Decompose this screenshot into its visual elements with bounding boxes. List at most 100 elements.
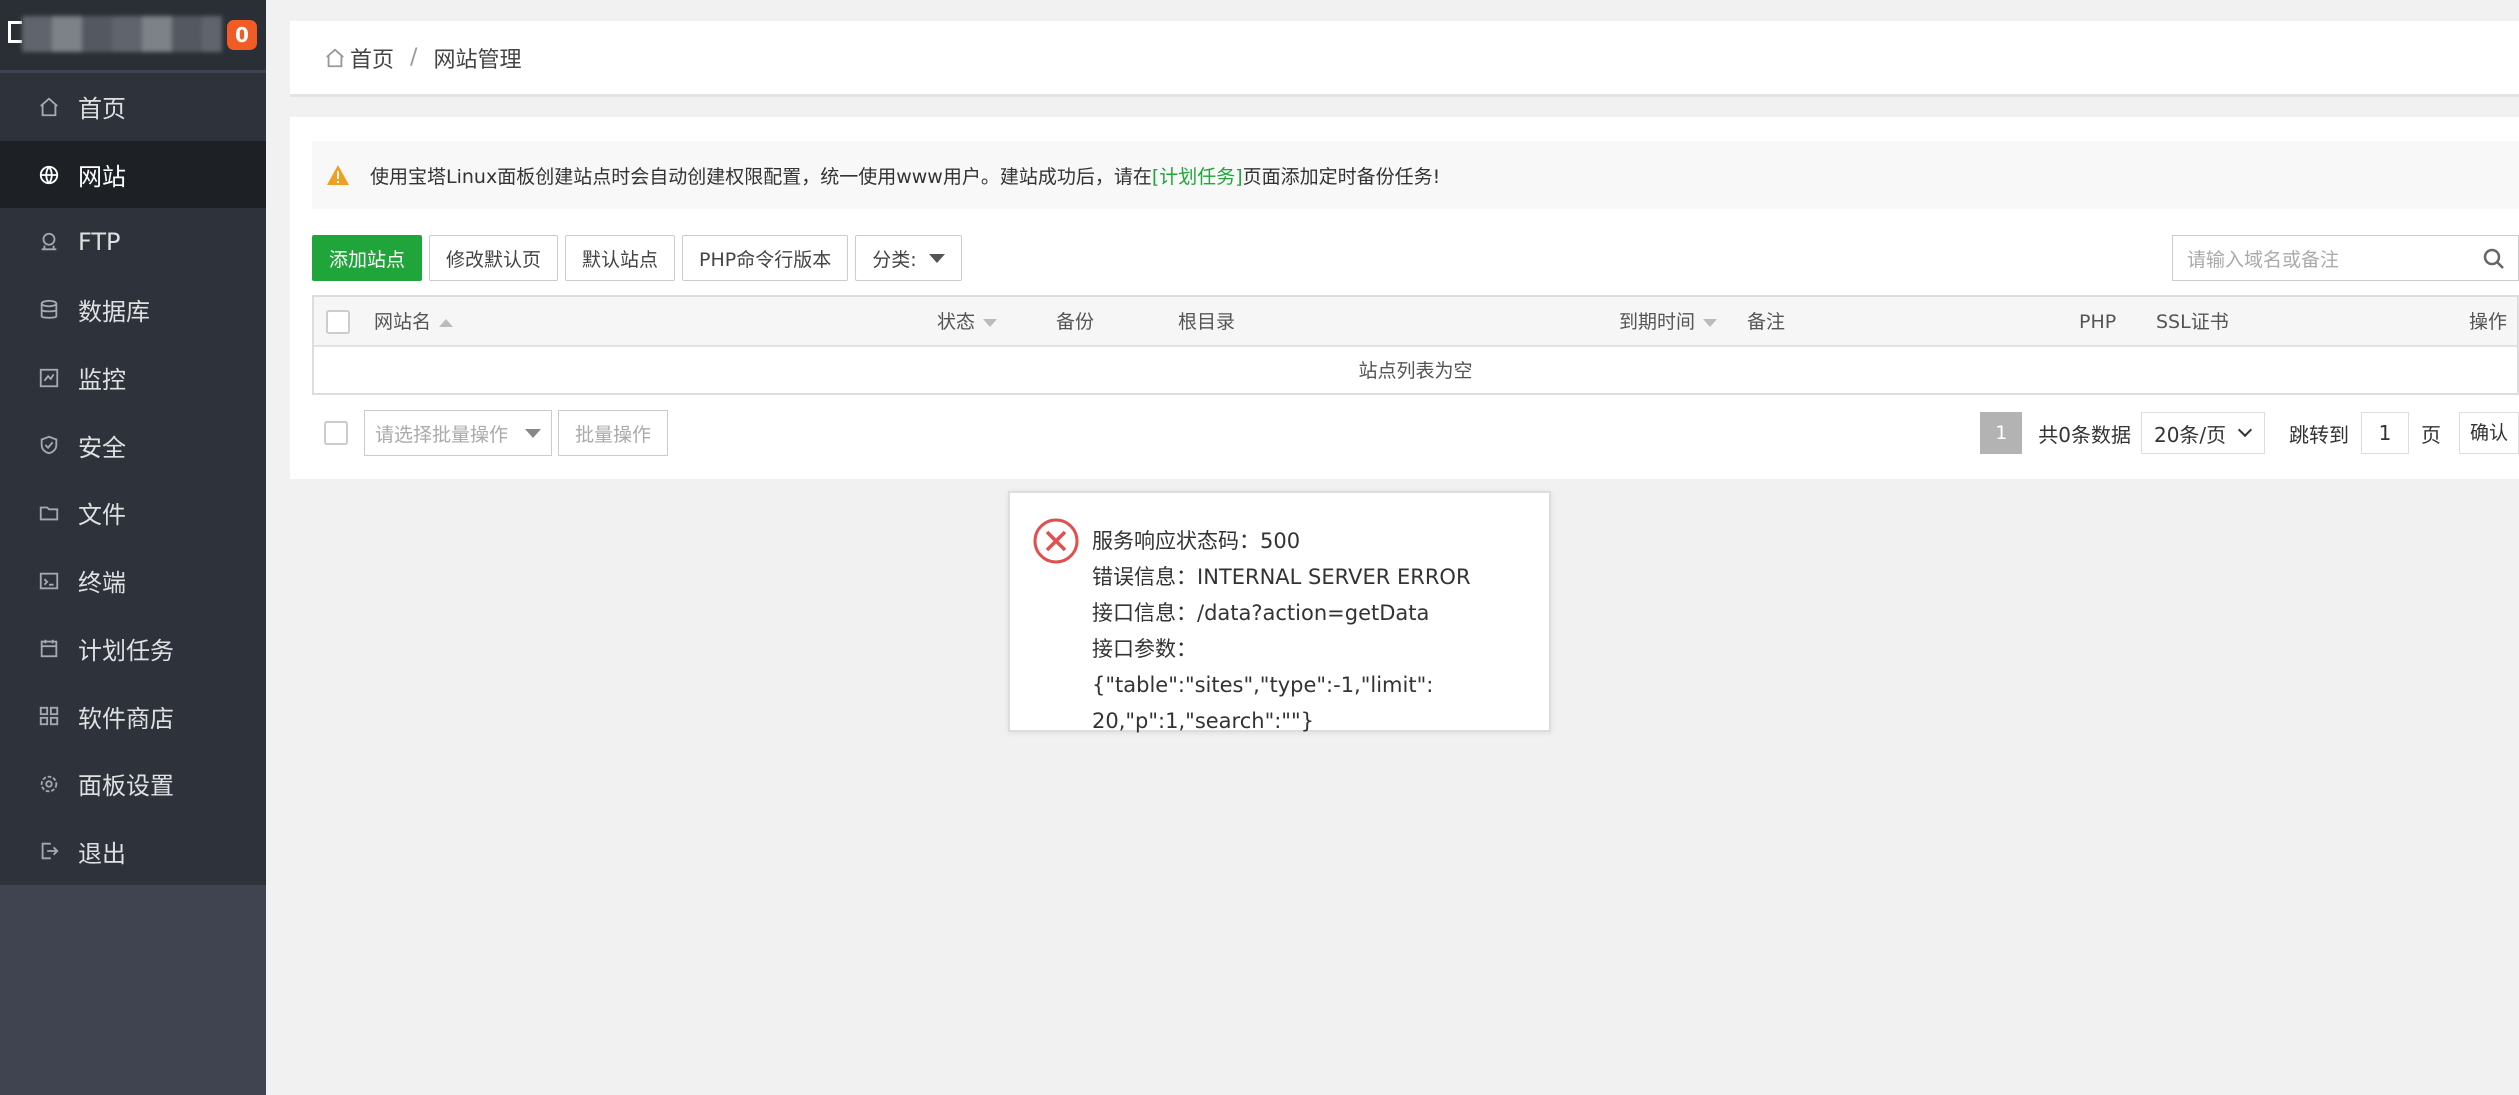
gear-icon bbox=[36, 771, 62, 797]
total-count: 共0条数据 bbox=[2038, 422, 2131, 447]
terminal-icon bbox=[36, 568, 62, 594]
database-icon bbox=[36, 297, 62, 323]
jump-confirm-button[interactable]: 确认 bbox=[2458, 412, 2519, 454]
brand-icon bbox=[8, 21, 22, 43]
page-size-value: 20条/页 bbox=[2153, 422, 2227, 447]
sidebar-item-label: 监控 bbox=[78, 366, 126, 395]
blurred-server-name bbox=[22, 16, 222, 52]
site-management-panel: 使用宝塔Linux面板创建站点时会自动创建权限配置，统一使用www用户。建站成功… bbox=[290, 117, 2519, 479]
folder-icon bbox=[36, 500, 62, 526]
cron-task-link[interactable]: [计划任务] bbox=[1152, 162, 1243, 189]
breadcrumb-home[interactable]: 首页 bbox=[350, 42, 394, 74]
home-icon bbox=[36, 94, 62, 120]
php-cli-version-button[interactable]: PHP命令行版本 bbox=[682, 235, 849, 281]
notice-text-after: 页面添加定时备份任务! bbox=[1242, 165, 1441, 188]
jump-page-input[interactable]: 1 bbox=[2360, 412, 2409, 454]
sidebar-item-label: 计划任务 bbox=[78, 636, 174, 665]
globe-icon bbox=[36, 162, 62, 188]
calendar-icon bbox=[36, 635, 62, 661]
page-size-select[interactable]: 20条/页 bbox=[2140, 412, 2265, 454]
current-page[interactable]: 1 bbox=[1980, 412, 2023, 454]
page-unit-label: 页 bbox=[2420, 422, 2441, 447]
error-params-line: 接口参数：{"table":"sites","type":-1,"limit": bbox=[1092, 637, 1434, 697]
sidebar-item-terminal[interactable]: 终端 bbox=[0, 547, 266, 615]
header-php: PHP bbox=[2079, 311, 2117, 333]
grid-icon bbox=[36, 703, 62, 729]
table-footer: 请选择批量操作 批量操作 1 共0条数据 20条/页 跳转到 1 页 确认 bbox=[312, 410, 2519, 456]
sidebar-item-cron[interactable]: 计划任务 bbox=[0, 615, 266, 683]
sidebar-item-label: 面板设置 bbox=[78, 772, 174, 801]
breadcrumb-separator: / bbox=[410, 45, 418, 70]
sidebar-item-label: 安全 bbox=[78, 433, 126, 462]
sidebar: 0 首页 网站 FTP 数据库 监控 安全 文件 终端 计划任务 软件商店 面板… bbox=[0, 0, 266, 1095]
sidebar-item-label: 网站 bbox=[78, 163, 126, 192]
sidebar-item-label: 文件 bbox=[78, 501, 126, 530]
header-expire[interactable]: 到期时间 bbox=[1619, 297, 1718, 347]
sidebar-item-security[interactable]: 安全 bbox=[0, 411, 266, 479]
chevron-down-icon bbox=[2237, 422, 2253, 438]
caret-down-icon bbox=[928, 253, 945, 263]
sidebar-item-store[interactable]: 软件商店 bbox=[0, 682, 266, 750]
pagination: 1 共0条数据 20条/页 跳转到 1 页 确认 bbox=[1980, 410, 2519, 456]
ftp-icon bbox=[36, 229, 62, 255]
sidebar-item-label: 退出 bbox=[78, 839, 126, 868]
sidebar-item-database[interactable]: 数据库 bbox=[0, 276, 266, 344]
toolbar: 添加站点 修改默认页 默认站点 PHP命令行版本 分类: bbox=[312, 235, 962, 281]
category-label: 分类: bbox=[872, 248, 917, 271]
sort-desc-icon bbox=[983, 318, 998, 327]
error-info-line: 错误信息：INTERNAL SERVER ERROR bbox=[1092, 565, 1471, 589]
header-root: 根目录 bbox=[1178, 311, 1236, 333]
sidebar-item-logout[interactable]: 退出 bbox=[0, 818, 266, 886]
site-table: 网站名 状态 备份 根目录 到期时间 备注 PHP SSL证书 操作 站点列表为… bbox=[312, 295, 2519, 395]
warning-icon bbox=[326, 164, 350, 186]
add-site-button[interactable]: 添加站点 bbox=[312, 235, 423, 281]
error-icon bbox=[1032, 517, 1080, 565]
default-site-button[interactable]: 默认站点 bbox=[565, 235, 676, 281]
search-input[interactable]: 请输入域名或备注 bbox=[2172, 235, 2519, 281]
bulk-action-button[interactable]: 批量操作 bbox=[558, 410, 669, 456]
error-status-line: 服务响应状态码：500 bbox=[1092, 529, 1301, 553]
header-ssl: SSL证书 bbox=[2156, 311, 2229, 333]
sidebar-item-settings[interactable]: 面板设置 bbox=[0, 750, 266, 818]
search-icon[interactable] bbox=[2482, 247, 2506, 271]
shield-icon bbox=[36, 432, 62, 458]
bulk-select-checkbox[interactable] bbox=[324, 421, 348, 445]
header-status[interactable]: 状态 bbox=[937, 297, 998, 347]
breadcrumb-current: 网站管理 bbox=[433, 47, 522, 73]
header-backup: 备份 bbox=[1056, 311, 1095, 333]
monitor-icon bbox=[36, 365, 62, 391]
sidebar-item-monitor[interactable]: 监控 bbox=[0, 344, 266, 412]
search-placeholder: 请输入域名或备注 bbox=[2187, 248, 2340, 271]
home-icon bbox=[324, 47, 346, 69]
sidebar-item-label: 首页 bbox=[78, 95, 126, 124]
notification-badge[interactable]: 0 bbox=[227, 20, 257, 50]
caret-down-icon bbox=[525, 429, 541, 438]
jump-label: 跳转到 bbox=[2288, 422, 2349, 447]
sort-desc-icon bbox=[1703, 318, 1718, 327]
select-all-checkbox[interactable] bbox=[326, 310, 350, 334]
sidebar-item-website[interactable]: 网站 bbox=[0, 140, 266, 209]
bulk-action-select[interactable]: 请选择批量操作 bbox=[364, 410, 552, 456]
error-dialog: 服务响应状态码：500 错误信息：INTERNAL SERVER ERROR 接… bbox=[1008, 491, 1551, 733]
error-endpoint-line: 接口信息：/data?action=getData bbox=[1092, 601, 1430, 625]
sidebar-item-label: 数据库 bbox=[78, 298, 150, 327]
sidebar-nav: 首页 网站 FTP 数据库 监控 安全 文件 终端 计划任务 软件商店 面板设置… bbox=[0, 73, 266, 886]
category-dropdown[interactable]: 分类: bbox=[855, 235, 962, 281]
sort-asc-icon bbox=[439, 318, 454, 327]
breadcrumb: 首页 / 网站管理 bbox=[290, 21, 2519, 97]
edit-default-page-button[interactable]: 修改默认页 bbox=[429, 235, 559, 281]
header-remark: 备注 bbox=[1747, 311, 1786, 333]
header-action: 操作 bbox=[2469, 311, 2508, 333]
header-name[interactable]: 网站名 bbox=[374, 297, 454, 347]
sidebar-item-files[interactable]: 文件 bbox=[0, 479, 266, 547]
sidebar-item-label: 软件商店 bbox=[78, 704, 174, 733]
table-header: 网站名 状态 备份 根目录 到期时间 备注 PHP SSL证书 操作 bbox=[314, 297, 2517, 347]
sidebar-header: 0 bbox=[0, 0, 266, 70]
bulk-action-placeholder: 请选择批量操作 bbox=[375, 423, 509, 446]
error-message: 服务响应状态码：500 错误信息：INTERNAL SERVER ERROR 接… bbox=[1092, 523, 1532, 739]
notice-bar: 使用宝塔Linux面板创建站点时会自动创建权限配置，统一使用www用户。建站成功… bbox=[312, 141, 2519, 209]
sidebar-item-ftp[interactable]: FTP bbox=[0, 208, 266, 276]
sidebar-item-home[interactable]: 首页 bbox=[0, 73, 266, 141]
error-params-line-cont: 20,"p":1,"search":""} bbox=[1092, 709, 1314, 733]
notice-text: 使用宝塔Linux面板创建站点时会自动创建权限配置，统一使用www用户。建站成功… bbox=[370, 165, 1152, 188]
